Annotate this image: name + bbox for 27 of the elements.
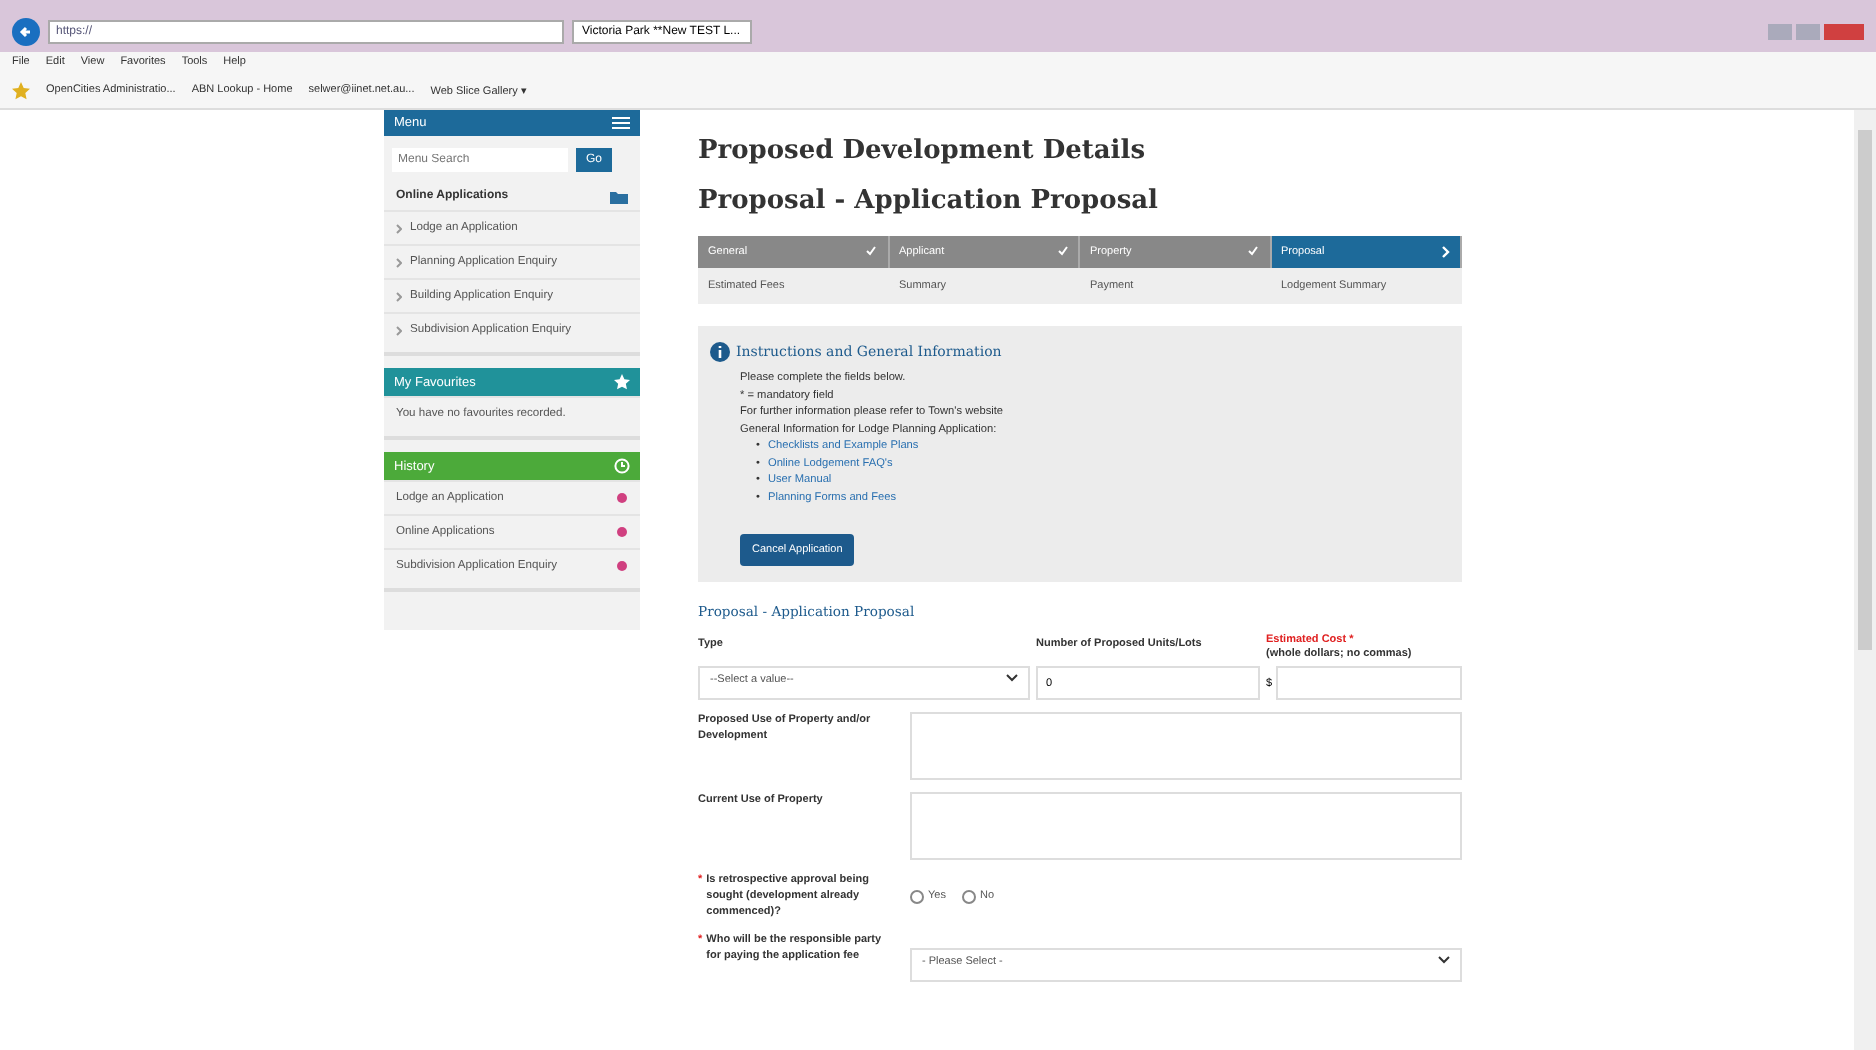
check-icon [866, 246, 877, 256]
chevron-icon [396, 291, 402, 301]
proposed-use-field[interactable] [910, 712, 1462, 780]
star-icon[interactable] [12, 81, 30, 99]
back-arrow-icon [16, 22, 36, 42]
folder-icon [610, 190, 628, 204]
page-title: Proposed Development Details [698, 136, 1148, 166]
check-icon [1248, 246, 1259, 256]
clock-icon [614, 458, 630, 474]
pin-icon[interactable] [616, 560, 628, 572]
caret-icon [1006, 674, 1018, 682]
page-subtitle: Proposal - Application Proposal [698, 186, 1160, 216]
pin-icon[interactable] [616, 526, 628, 538]
pin-icon[interactable] [616, 492, 628, 504]
current-use-field[interactable] [910, 792, 1462, 860]
cost-field[interactable] [1276, 666, 1462, 700]
window-controls-icon[interactable] [1768, 24, 1864, 40]
info-icon [710, 342, 730, 362]
chevron-icon [396, 257, 402, 267]
chevron-icon [396, 325, 402, 335]
menu-icon[interactable] [612, 116, 630, 130]
chevron-icon [1442, 246, 1450, 258]
check-icon [1057, 246, 1068, 256]
chevron-icon [396, 223, 402, 233]
back-button[interactable] [12, 18, 40, 46]
star-icon [614, 374, 630, 390]
caret-icon [1438, 956, 1450, 964]
